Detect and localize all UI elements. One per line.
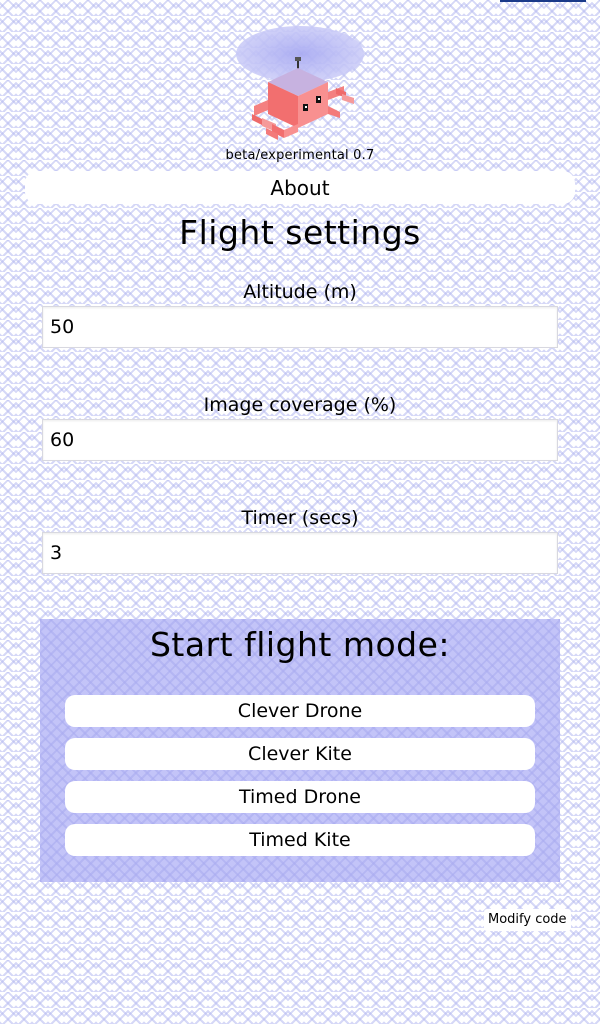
- modify-code-button[interactable]: Modify code: [484, 909, 571, 931]
- version-label: beta/experimental 0.7: [225, 148, 375, 163]
- altitude-label: Altitude (m): [243, 281, 357, 303]
- image-coverage-label: Image coverage (%): [203, 394, 397, 416]
- image-coverage-input[interactable]: [42, 419, 558, 461]
- top-progress-bar: [500, 0, 586, 2]
- about-button[interactable]: About: [25, 171, 575, 204]
- timer-label: Timer (secs): [241, 507, 359, 529]
- flight-mode-panel: Start flight mode: Clever Drone Clever K…: [40, 619, 560, 882]
- flight-mode-title: Start flight mode:: [149, 625, 451, 664]
- altitude-input[interactable]: [42, 306, 558, 348]
- clever-kite-button[interactable]: Clever Kite: [65, 738, 535, 770]
- robot-octopus-logo-icon: [232, 20, 368, 145]
- clever-drone-button[interactable]: Clever Drone: [65, 695, 535, 727]
- timed-drone-button[interactable]: Timed Drone: [65, 781, 535, 813]
- timer-input[interactable]: [42, 532, 558, 574]
- page-title: Flight settings: [179, 213, 421, 252]
- timed-kite-button[interactable]: Timed Kite: [65, 824, 535, 856]
